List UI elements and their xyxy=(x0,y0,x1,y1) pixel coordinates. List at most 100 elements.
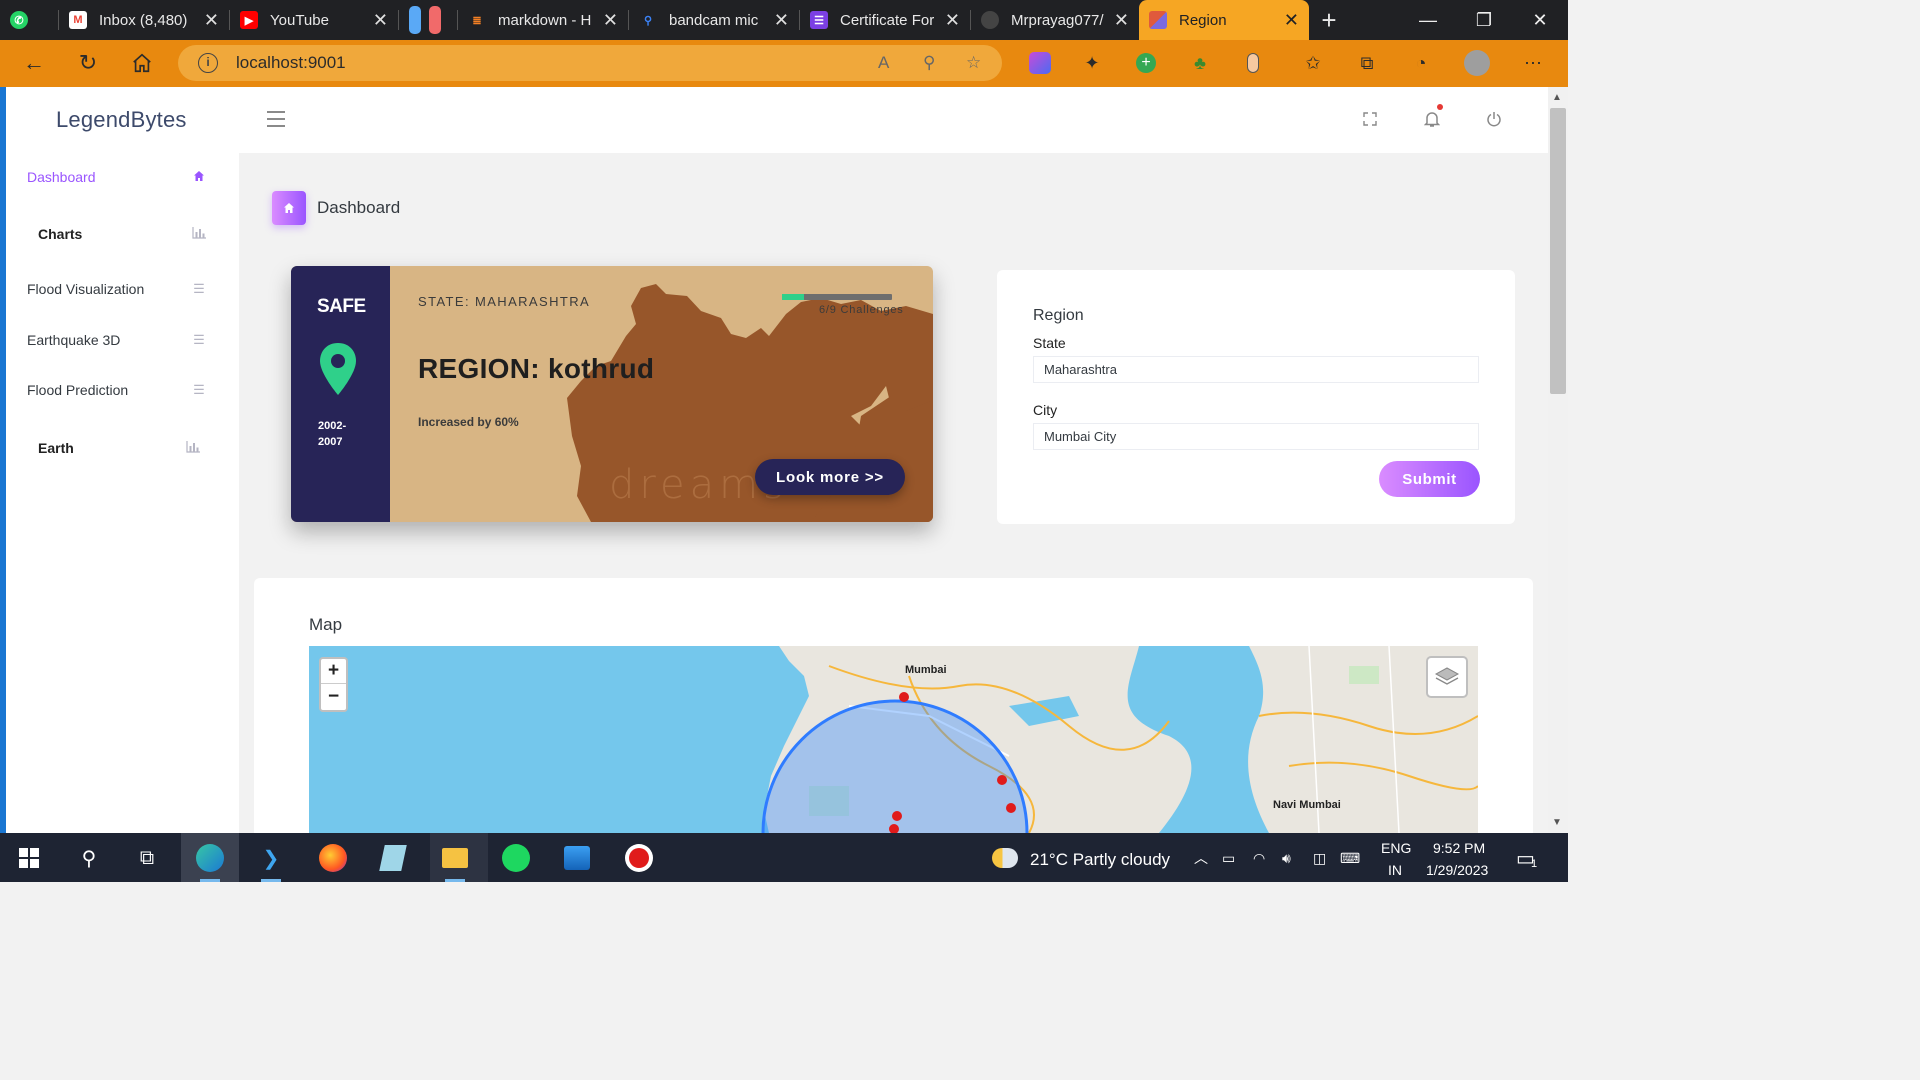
more-menu-icon[interactable]: ⋯ xyxy=(1520,50,1546,76)
reload-button[interactable]: ↻ xyxy=(71,48,105,78)
scroll-down-icon[interactable]: ▼ xyxy=(1552,817,1562,828)
close-icon[interactable]: ✕ xyxy=(774,10,789,31)
tab-title: Mrprayag077/ xyxy=(1011,11,1104,29)
sidebar-item-charts[interactable]: Charts xyxy=(38,222,207,246)
close-window-button[interactable]: ✕ xyxy=(1512,0,1568,40)
close-icon[interactable]: ✕ xyxy=(373,10,388,31)
sidebar-item-earthquake-3d[interactable]: Earthquake 3D ☰ xyxy=(27,328,207,352)
battery-icon[interactable]: ▭ xyxy=(1222,850,1235,867)
sidebar-item-earth[interactable]: Earth xyxy=(38,436,201,460)
notes-app[interactable] xyxy=(376,841,410,875)
zoom-in-button[interactable]: + xyxy=(321,659,346,684)
increase-text: Increased by 60% xyxy=(418,415,519,429)
look-more-button[interactable]: Look more >> xyxy=(755,459,905,495)
close-icon[interactable]: ✕ xyxy=(945,10,960,31)
vscode-app[interactable]: ❯ xyxy=(254,841,288,875)
restore-button[interactable]: ❐ xyxy=(1456,0,1512,40)
clock-time[interactable]: 9:52 PM xyxy=(1433,840,1485,856)
region-status-card: SAFE 2002-2007 STATE: MAHARASHTRA REGION… xyxy=(291,266,933,522)
tab-region[interactable]: Region ✕ xyxy=(1139,0,1309,40)
new-tab-button[interactable]: + xyxy=(1309,1,1349,39)
weather-text[interactable]: 21°C Partly cloudy xyxy=(1030,850,1170,870)
close-icon[interactable]: ✕ xyxy=(603,10,618,31)
meet-icon[interactable]: ◫ xyxy=(1313,850,1326,867)
city-field[interactable]: Mumbai City xyxy=(1033,423,1479,450)
app-header xyxy=(6,87,1548,153)
search-icon: ⚲ xyxy=(81,847,97,870)
extension-icon[interactable] xyxy=(1240,50,1266,76)
scroll-up-icon[interactable]: ▲ xyxy=(1552,92,1562,103)
notification-dot xyxy=(1437,104,1443,110)
start-button[interactable] xyxy=(12,841,46,875)
address-bar[interactable]: i localhost:9001 A ⚲ ☆ xyxy=(178,45,1002,81)
info-icon[interactable]: i xyxy=(198,53,218,73)
favorites-icon[interactable]: ✩ xyxy=(1300,50,1326,76)
language-region[interactable]: IN xyxy=(1388,862,1402,878)
photos-icon xyxy=(564,846,590,870)
home-button[interactable] xyxy=(125,48,159,78)
keyboard-icon[interactable]: ⌨ xyxy=(1340,850,1360,867)
sidebar-item-dashboard[interactable]: Dashboard xyxy=(27,165,207,189)
weather-icon[interactable] xyxy=(988,841,1022,875)
read-aloud-icon[interactable]: A xyxy=(878,53,889,73)
recorder-app[interactable] xyxy=(622,841,656,875)
wifi-icon[interactable]: ◠ xyxy=(1253,850,1265,867)
collections-icon[interactable]: ⧉ xyxy=(1354,50,1380,76)
page-title: Dashboard xyxy=(317,198,401,217)
sidebar-item-flood-prediction[interactable]: Flood Prediction ☰ xyxy=(27,378,207,402)
extension-icon[interactable] xyxy=(1027,50,1053,76)
extension-icon[interactable]: + xyxy=(1133,50,1159,76)
volume-icon[interactable]: 🔊︎ xyxy=(1282,850,1291,867)
browser-tab-bar: ✆ M Inbox (8,480) ✕ ▶ YouTube ✕ ≣ markdo… xyxy=(0,0,1568,40)
tab-gmail[interactable]: M Inbox (8,480) ✕ xyxy=(59,1,229,39)
bell-glyph xyxy=(1424,112,1440,127)
close-icon[interactable]: ✕ xyxy=(1114,10,1129,31)
fullscreen-icon[interactable] xyxy=(1357,106,1383,132)
task-view-button[interactable]: ⧉ xyxy=(130,841,164,875)
spotify-app[interactable] xyxy=(499,841,533,875)
search-button[interactable]: ⚲ xyxy=(72,841,106,875)
minimize-button[interactable]: — xyxy=(1400,0,1456,40)
extension-icon[interactable]: ✦ xyxy=(1079,50,1105,76)
bell-icon[interactable] xyxy=(1419,106,1445,132)
extension-icon[interactable]: ♣ xyxy=(1187,50,1213,76)
partly-cloudy-icon xyxy=(992,848,1018,868)
tab-whatsapp[interactable]: ✆ xyxy=(0,1,58,39)
tab-youtube[interactable]: ▶ YouTube ✕ xyxy=(230,1,398,39)
scrollbar-thumb[interactable] xyxy=(1550,108,1566,394)
tab-markdown[interactable]: ≣ markdown - H ✕ xyxy=(458,1,628,39)
bar-chart-icon xyxy=(185,440,201,456)
profile-avatar[interactable] xyxy=(1464,50,1490,76)
file-explorer-app[interactable] xyxy=(438,841,472,875)
tab-title: Inbox (8,480) xyxy=(99,11,188,29)
tab-certificate[interactable]: ☰ Certificate For ✕ xyxy=(800,1,970,39)
menu-toggle-icon[interactable] xyxy=(267,111,285,127)
zoom-icon[interactable]: ⚲ xyxy=(923,53,935,73)
record-icon xyxy=(625,844,653,872)
url-text[interactable]: localhost:9001 xyxy=(236,53,346,73)
tab-bandcam[interactable]: ⚲ bandcam mic ✕ xyxy=(629,1,799,39)
tab-github[interactable]: Mrprayag077/ ✕ xyxy=(971,1,1139,39)
zoom-out-button[interactable]: − xyxy=(321,684,346,709)
submit-button[interactable]: Submit xyxy=(1379,461,1480,497)
sidebar-item-flood-visualization[interactable]: Flood Visualization ☰ xyxy=(27,277,207,301)
photos-app[interactable] xyxy=(560,841,594,875)
favorite-add-icon[interactable]: ☆ xyxy=(966,53,981,73)
firefox-app[interactable] xyxy=(316,841,350,875)
tab-title: bandcam mic xyxy=(669,11,759,29)
windows-icon xyxy=(19,848,39,868)
back-button[interactable]: ← xyxy=(17,48,51,78)
close-icon[interactable]: ✕ xyxy=(1284,10,1299,31)
close-icon[interactable]: ✕ xyxy=(204,10,219,31)
state-field[interactable]: Maharashtra xyxy=(1033,356,1479,383)
power-icon[interactable] xyxy=(1481,106,1507,132)
history-icon[interactable]: ◔ xyxy=(1408,50,1434,76)
chevron-up-icon[interactable]: ︿ xyxy=(1194,848,1208,868)
tab-group[interactable] xyxy=(399,1,457,39)
clock-date[interactable]: 1/29/2023 xyxy=(1426,862,1488,878)
sidebar-item-label: Flood Visualization xyxy=(27,281,145,297)
edge-app[interactable] xyxy=(193,841,227,875)
layers-button[interactable] xyxy=(1426,656,1468,698)
brand-logo[interactable]: LegendBytes xyxy=(56,107,187,133)
language-code[interactable]: ENG xyxy=(1381,840,1411,856)
